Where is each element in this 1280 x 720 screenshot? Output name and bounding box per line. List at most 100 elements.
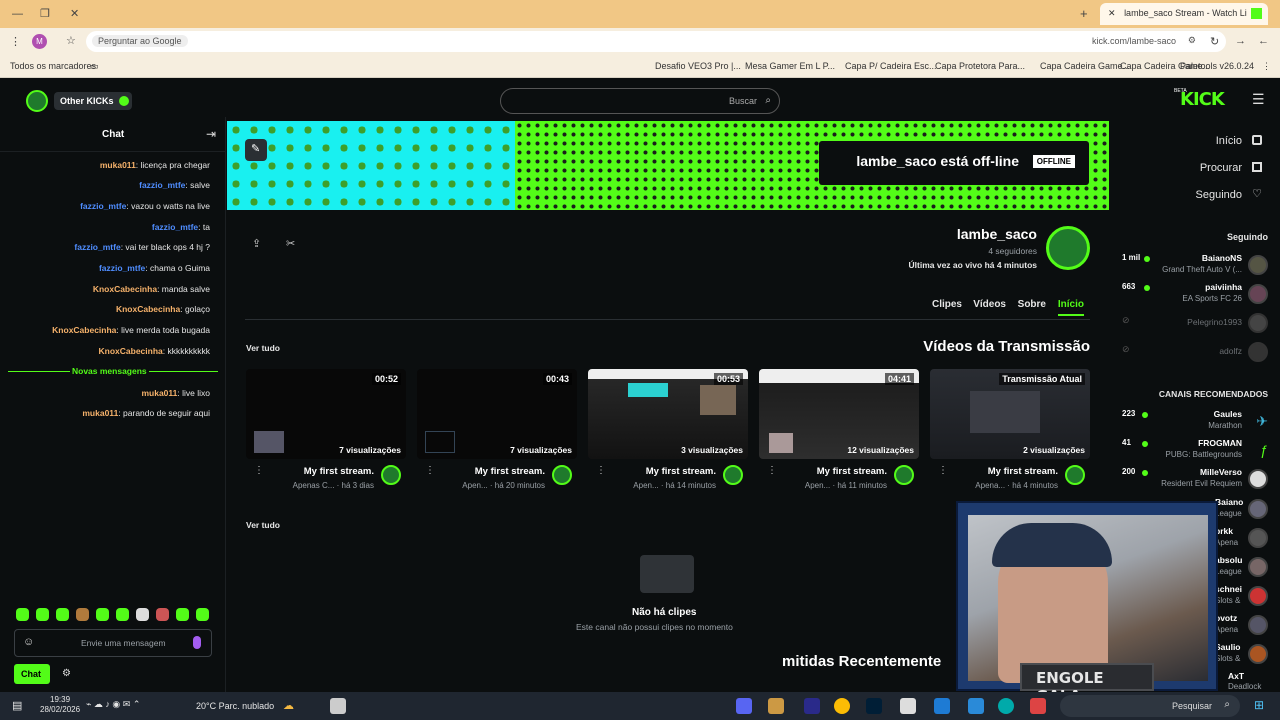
photoshop-icon[interactable]	[866, 698, 882, 714]
video-thumbnail[interactable]: 00:52 7 visualizações	[246, 369, 406, 459]
following-item[interactable]: paiviinha EA Sports FC 26 663	[1118, 280, 1268, 310]
video-title[interactable]: My first stream.	[988, 466, 1058, 477]
search-input[interactable]: ⌕ Buscar	[500, 88, 780, 114]
windows-start-icon[interactable]: ⊞	[1254, 698, 1264, 712]
clock-time[interactable]: 19:39	[50, 695, 70, 704]
chat-username[interactable]: fazzio_mtfe	[80, 201, 126, 211]
tab-sobre[interactable]: Sobre	[1018, 299, 1046, 310]
emote-icon[interactable]	[176, 608, 189, 621]
app-icon[interactable]	[900, 698, 916, 714]
browser-tab[interactable]: ✕ lambe_saco Stream - Watch Li	[1100, 3, 1268, 25]
new-tab-icon[interactable]: +	[1080, 6, 1088, 21]
edge-icon[interactable]	[998, 698, 1014, 714]
emote-icon[interactable]	[136, 608, 149, 621]
bookmark-star-icon[interactable]: ☆	[66, 34, 76, 47]
collapse-chat-icon[interactable]: ⇥	[206, 127, 216, 141]
video-title[interactable]: My first stream.	[646, 466, 716, 477]
emote-icon[interactable]	[156, 608, 169, 621]
back-icon[interactable]: ←	[1258, 35, 1269, 47]
notifications-icon[interactable]: ▤	[12, 699, 22, 712]
recommended-item[interactable]: MilleVerso Resident Evil Requiem 200	[1118, 465, 1268, 495]
bookmark-item[interactable]: Desafio VEO3 Pro |...	[655, 61, 741, 71]
microphone-icon[interactable]	[193, 636, 201, 649]
profile-avatar[interactable]: M	[32, 34, 47, 49]
chat-username[interactable]: KnoxCabecinha	[93, 284, 157, 294]
new-messages-label[interactable]: Novas mensagens	[70, 366, 149, 376]
forward-icon[interactable]: →	[1235, 35, 1246, 47]
video-thumbnail[interactable]: Transmissão Atual 2 visualizações	[930, 369, 1090, 459]
all-bookmarks[interactable]: Todos os marcadores	[10, 61, 96, 71]
emote-icon[interactable]	[56, 608, 69, 621]
following-item-offline[interactable]: adolfz ⊘	[1118, 338, 1268, 368]
app-icon[interactable]	[330, 698, 346, 714]
nav-seguindo[interactable]: ♡ Seguindo	[1196, 188, 1263, 201]
more-options-icon[interactable]: ⋮	[425, 465, 435, 476]
video-title[interactable]: My first stream.	[304, 466, 374, 477]
recommended-item[interactable]: ✈ Gaules Marathon 223	[1118, 407, 1268, 437]
app-icon[interactable]	[1030, 698, 1046, 714]
address-bar[interactable]: Perguntar ao Google ⚙ kick.com/lambe-sac…	[86, 31, 1226, 52]
nav-inicio[interactable]: Início	[1216, 135, 1262, 147]
chat-username[interactable]: muka011	[82, 408, 118, 418]
chat-send-button[interactable]: Chat	[14, 664, 50, 684]
emote-icon[interactable]	[196, 608, 209, 621]
bookmark-item[interactable]: Capa P/ Cadeira Esc...	[845, 61, 937, 71]
recommended-item[interactable]: ƒ FROGMAN PUBG: Battlegrounds 41	[1118, 436, 1268, 466]
video-thumbnail[interactable]: 04:41 12 visualizações	[759, 369, 919, 459]
bookmark-item[interactable]: Capa Protetora Para...	[935, 61, 1025, 71]
emoji-icon[interactable]: ☺	[23, 636, 34, 648]
tab-clipes[interactable]: Clipes	[932, 299, 962, 310]
app-icon[interactable]	[768, 698, 784, 714]
bookmarks-menu-icon[interactable]: ⋮	[1262, 61, 1271, 72]
clip-icon[interactable]: ✂	[286, 237, 295, 250]
tab-close-icon[interactable]: ✕	[1108, 8, 1116, 18]
chat-username[interactable]: KnoxCabecinha	[52, 325, 116, 335]
discord-icon[interactable]	[736, 698, 752, 714]
emote-icon[interactable]	[76, 608, 89, 621]
bookmark-item[interactable]: Mesa Gamer Em L P...	[745, 61, 835, 71]
weather-text[interactable]: 20°C Parc. nublado	[196, 701, 274, 711]
chat-settings-icon[interactable]: ⚙	[62, 668, 71, 679]
taskbar-search[interactable]: Pesquisar ⌕	[1060, 695, 1240, 717]
video-thumbnail[interactable]: 00:53 3 visualizações	[588, 369, 748, 459]
more-options-icon[interactable]: ⋮	[596, 465, 606, 476]
chrome-icon[interactable]	[834, 698, 850, 714]
chat-username[interactable]: KnoxCabecinha	[99, 346, 163, 356]
reload-icon[interactable]: ↻	[1210, 35, 1219, 48]
minimize-icon[interactable]: —	[12, 8, 23, 20]
chat-username[interactable]: KnoxCabecinha	[116, 304, 180, 314]
tune-icon[interactable]: ⚙	[1188, 35, 1196, 46]
app-icon[interactable]	[968, 698, 984, 714]
following-item-offline[interactable]: Pelegrino1993 ⊘	[1118, 309, 1268, 339]
chat-username[interactable]: fazzio_mtfe	[152, 222, 198, 232]
video-title[interactable]: My first stream.	[475, 466, 545, 477]
video-thumbnail[interactable]: 00:43 7 visualizações	[417, 369, 577, 459]
bookmark-item[interactable]: Capa Cadeira Game...	[1040, 61, 1130, 71]
emote-icon[interactable]	[36, 608, 49, 621]
video-title[interactable]: My first stream.	[817, 466, 887, 477]
share-icon[interactable]: ⇪	[252, 237, 261, 250]
chat-username[interactable]: muka011	[100, 160, 136, 170]
premiere-icon[interactable]	[804, 698, 820, 714]
tab-videos[interactable]: Vídeos	[973, 299, 1006, 310]
see-all-clips-link[interactable]: Ver tudo	[246, 520, 280, 530]
more-options-icon[interactable]: ⋮	[767, 465, 777, 476]
see-all-videos-link[interactable]: Ver tudo	[246, 343, 280, 353]
following-item[interactable]: BaianoNS Grand Theft Auto V (... 1 mil	[1118, 251, 1268, 281]
more-options-icon[interactable]: ⋮	[254, 465, 264, 476]
edit-banner-button[interactable]: ✎	[245, 139, 267, 161]
ask-google-button[interactable]: Perguntar ao Google	[92, 35, 188, 47]
emote-icon[interactable]	[116, 608, 129, 621]
restore-icon[interactable]: ❐	[40, 7, 50, 20]
emote-icon[interactable]	[16, 608, 29, 621]
hamburger-icon[interactable]: ☰	[1252, 91, 1265, 108]
other-kicks-button[interactable]: Other KICKs	[26, 90, 136, 112]
menu-dots-icon[interactable]: ⋮	[10, 35, 21, 48]
app-icon[interactable]	[934, 698, 950, 714]
tab-inicio[interactable]: Início	[1057, 299, 1084, 316]
chat-username[interactable]: muka011	[141, 388, 177, 398]
chat-username[interactable]: fazzio_mtfe	[99, 263, 145, 273]
chat-input[interactable]: ☺ Envie uma mensagem	[14, 629, 212, 657]
more-options-icon[interactable]: ⋮	[938, 465, 948, 476]
emote-icon[interactable]	[96, 608, 109, 621]
